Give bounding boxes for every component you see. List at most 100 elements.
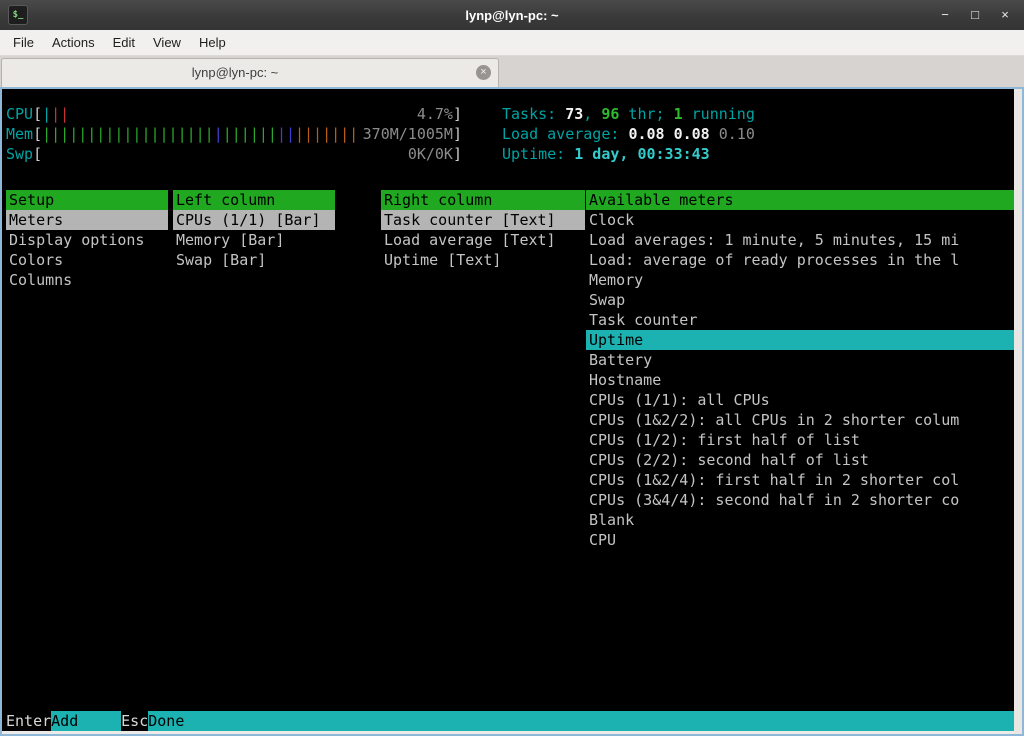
tab-bar: lynp@lyn-pc: ~ × <box>0 56 1024 87</box>
list-item[interactable]: Load: average of ready processes in the … <box>586 250 1014 270</box>
list-item[interactable]: Columns <box>6 270 168 290</box>
load-line-segment: 0.08 <box>628 125 673 143</box>
load-line-segment: 0.10 <box>719 125 755 143</box>
meters-column: CPU[|||4.7%] Mem[|||||||||||||||||||||||… <box>6 104 462 164</box>
tasks-line-segment: 73 <box>565 105 583 123</box>
tasks-line-segment: , <box>583 105 601 123</box>
cpu-meter-label: CPU <box>6 104 33 124</box>
menu-item-file[interactable]: File <box>4 30 43 55</box>
list-item[interactable]: Load average [Text] <box>381 230 585 250</box>
menu-bar: FileActionsEditViewHelp <box>0 30 1024 56</box>
bar-segment-orange: ||||||| <box>295 125 358 143</box>
list-item[interactable]: CPUs (1/1): all CPUs <box>586 390 1014 410</box>
function-key-add[interactable]: Enter <box>2 711 51 731</box>
function-label-done[interactable]: Done <box>148 711 1014 731</box>
list-item[interactable]: Load averages: 1 minute, 5 minutes, 15 m… <box>586 230 1014 250</box>
list-item[interactable]: Display options <box>6 230 168 250</box>
list-item[interactable]: Swap [Bar] <box>173 250 335 270</box>
swp-meter-open-bracket: [ <box>33 144 42 164</box>
list-item[interactable]: CPUs (1/1) [Bar] <box>173 210 335 230</box>
uptime-line: Uptime: 1 day, 00:33:43 <box>502 144 755 164</box>
scrollbar-track[interactable] <box>1014 89 1022 734</box>
panel-right-column: Right columnTask counter [Text]Load aver… <box>381 190 585 270</box>
cpu-meter-close-bracket: ] <box>453 104 462 124</box>
uptime-line-segment: 1 day, 00:33:43 <box>574 145 709 163</box>
swp-meter: Swp[0K/0K] <box>6 144 462 164</box>
panel-header-available-meters: Available meters <box>586 190 1014 210</box>
bar-segment-cyan: | <box>42 105 51 123</box>
menu-item-view[interactable]: View <box>144 30 190 55</box>
stats-column: Tasks: 73, 96 thr; 1 running Load averag… <box>502 104 755 164</box>
close-icon[interactable]: × <box>998 0 1012 30</box>
mem-meter-bars: ||||||||||||||||||||||||||||||||||| <box>42 124 363 144</box>
menu-item-actions[interactable]: Actions <box>43 30 104 55</box>
list-item[interactable]: CPUs (2/2): second half of list <box>586 450 1014 470</box>
swp-meter-close-bracket: ] <box>453 144 462 164</box>
tasks-line-segment: thr; <box>619 105 673 123</box>
list-item[interactable]: CPUs (1&2/4): first half in 2 shorter co… <box>586 470 1014 490</box>
panel-header-right-column: Right column <box>381 190 585 210</box>
mem-meter: Mem[|||||||||||||||||||||||||||||||||||3… <box>6 124 462 144</box>
list-item[interactable]: Colors <box>6 250 168 270</box>
bar-segment-red: || <box>51 105 69 123</box>
cpu-meter-value: 4.7% <box>417 104 453 124</box>
list-item[interactable]: Uptime [Text] <box>381 250 585 270</box>
terminal-screen[interactable]: CPU[|||4.7%] Mem[|||||||||||||||||||||||… <box>2 89 1014 731</box>
title-bar[interactable]: $_ lynp@lyn-pc: ~ − □ × <box>0 0 1024 30</box>
swp-meter-label: Swp <box>6 144 33 164</box>
cpu-meter: CPU[|||4.7%] <box>6 104 462 124</box>
list-item[interactable]: CPUs (1/2): first half of list <box>586 430 1014 450</box>
window-title: lynp@lyn-pc: ~ <box>100 8 924 23</box>
tab-title: lynp@lyn-pc: ~ <box>2 59 468 86</box>
list-item[interactable]: CPUs (3&4/4): second half in 2 shorter c… <box>586 490 1014 510</box>
list-item[interactable]: Memory <box>586 270 1014 290</box>
mem-meter-label: Mem <box>6 124 33 144</box>
swp-meter-value: 0K/0K <box>408 144 453 164</box>
list-item[interactable]: Clock <box>586 210 1014 230</box>
tasks-line: Tasks: 73, 96 thr; 1 running <box>502 104 755 124</box>
tasks-line-segment: 96 <box>601 105 619 123</box>
load-line: Load average: 0.08 0.08 0.10 <box>502 124 755 144</box>
list-item[interactable]: Battery <box>586 350 1014 370</box>
mem-meter-close-bracket: ] <box>453 124 462 144</box>
panel-left-column: Left columnCPUs (1/1) [Bar]Memory [Bar]S… <box>173 190 335 270</box>
load-line-segment: Load average: <box>502 125 628 143</box>
terminal-frame: CPU[|||4.7%] Mem[|||||||||||||||||||||||… <box>0 87 1024 736</box>
maximize-icon[interactable]: □ <box>968 0 982 30</box>
tasks-line-segment: running <box>683 105 755 123</box>
swp-meter-bars <box>42 144 408 164</box>
mem-meter-value: 370M/1005M <box>363 124 453 144</box>
tab-close-icon[interactable]: × <box>476 65 491 80</box>
list-item[interactable]: Task counter [Text] <box>381 210 585 230</box>
minimize-icon[interactable]: − <box>938 0 952 30</box>
menu-item-help[interactable]: Help <box>190 30 235 55</box>
list-item[interactable]: Task counter <box>586 310 1014 330</box>
terminal-app-icon: $_ <box>8 5 28 25</box>
list-item[interactable]: CPU <box>586 530 1014 550</box>
cpu-meter-open-bracket: [ <box>33 104 42 124</box>
bar-segment-green: ||||||||||||||||||| <box>42 125 214 143</box>
list-item[interactable]: Meters <box>6 210 168 230</box>
mem-meter-open-bracket: [ <box>33 124 42 144</box>
tab-active[interactable]: lynp@lyn-pc: ~ × <box>1 58 499 87</box>
menu-item-edit[interactable]: Edit <box>104 30 144 55</box>
panel-header-left-column: Left column <box>173 190 335 210</box>
function-bar: EnterAddEscDone <box>2 711 1014 731</box>
tasks-line-segment: 1 <box>674 105 683 123</box>
bar-segment-blue: || <box>277 125 295 143</box>
uptime-line-segment: Uptime: <box>502 145 574 163</box>
cpu-meter-bars: ||| <box>42 104 417 124</box>
panel-setup: SetupMetersDisplay optionsColorsColumns <box>6 190 168 290</box>
list-item[interactable]: Swap <box>586 290 1014 310</box>
list-item[interactable]: Memory [Bar] <box>173 230 335 250</box>
list-item[interactable]: Blank <box>586 510 1014 530</box>
list-item[interactable]: Hostname <box>586 370 1014 390</box>
panel-header-setup: Setup <box>6 190 168 210</box>
bar-segment-blue: | <box>214 125 223 143</box>
list-item[interactable]: Uptime <box>586 330 1014 350</box>
function-label-add[interactable]: Add <box>51 711 121 731</box>
list-item[interactable]: CPUs (1&2/2): all CPUs in 2 shorter colu… <box>586 410 1014 430</box>
function-key-done[interactable]: Esc <box>121 711 148 731</box>
load-line-segment: 0.08 <box>674 125 719 143</box>
panel-available-meters: Available metersClockLoad averages: 1 mi… <box>586 190 1014 550</box>
